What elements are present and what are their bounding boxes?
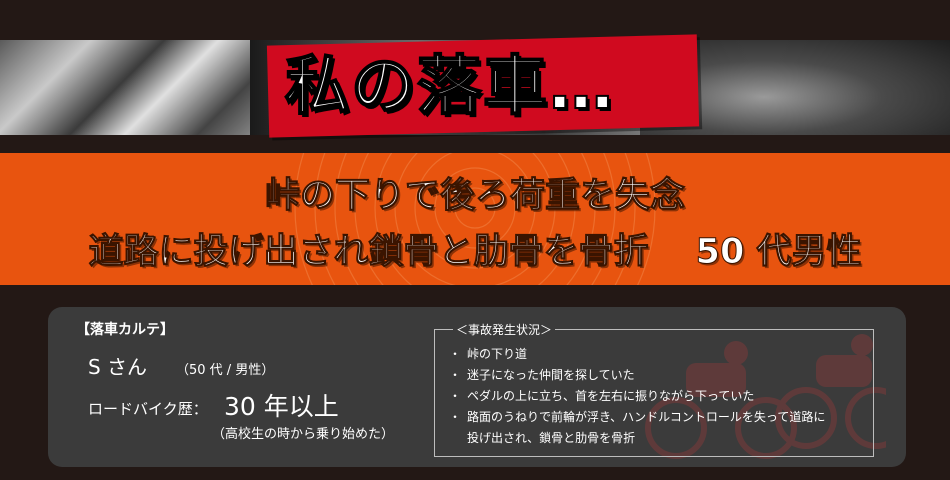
headline-band: 峠の下りで後ろ荷重を失念 道路に投げ出され鎖骨と肋骨を骨折 50 代男性 (0, 153, 950, 285)
list-item: 峠の下り道 (449, 344, 825, 365)
list-item-continuation: 投げ出され、鎖骨と肋骨を骨折 (467, 431, 636, 445)
karte-heading: 【落車カルテ】 (76, 322, 174, 338)
situation-list: 峠の下り道 迷子になった仲間を探していた ペダルの上に立ち、首を左右に振りながら… (449, 344, 825, 449)
experience-value: 30 年以上 (224, 392, 339, 421)
headline-line-1: 峠の下りで後ろ荷重を失念 (264, 176, 685, 217)
rider-name: S さん (88, 355, 148, 379)
list-item: 迷子になった仲間を探していた (449, 365, 825, 386)
cyclists-photo (0, 40, 270, 135)
situation-heading: ＜事故発生状況＞ (453, 321, 556, 338)
experience-label: ロードバイク歴： (88, 400, 208, 418)
crash-karte-card: 【落車カルテ】 S さん （50 代 / 男性） ロードバイク歴： 30 年以上… (48, 307, 906, 467)
list-item: 路面のうねりで前輪が浮き、ハンドルコントロールを失って道路に (449, 407, 825, 428)
experience-note: （高校生の時から乗り始めた） (212, 427, 395, 442)
list-item: ペダルの上に立ち、首を左右に振りながら下っていた (449, 386, 825, 407)
accident-situation-box: ＜事故発生状況＞ 峠の下り道 迷子になった仲間を探していた ペダルの上に立ち、首… (434, 321, 874, 457)
headline-line-2: 道路に投げ出され鎖骨と肋骨を骨折 50 代男性 (88, 232, 862, 273)
rider-profile: （50 代 / 男性） (176, 363, 275, 378)
page-title: 私の落車… (284, 49, 615, 125)
